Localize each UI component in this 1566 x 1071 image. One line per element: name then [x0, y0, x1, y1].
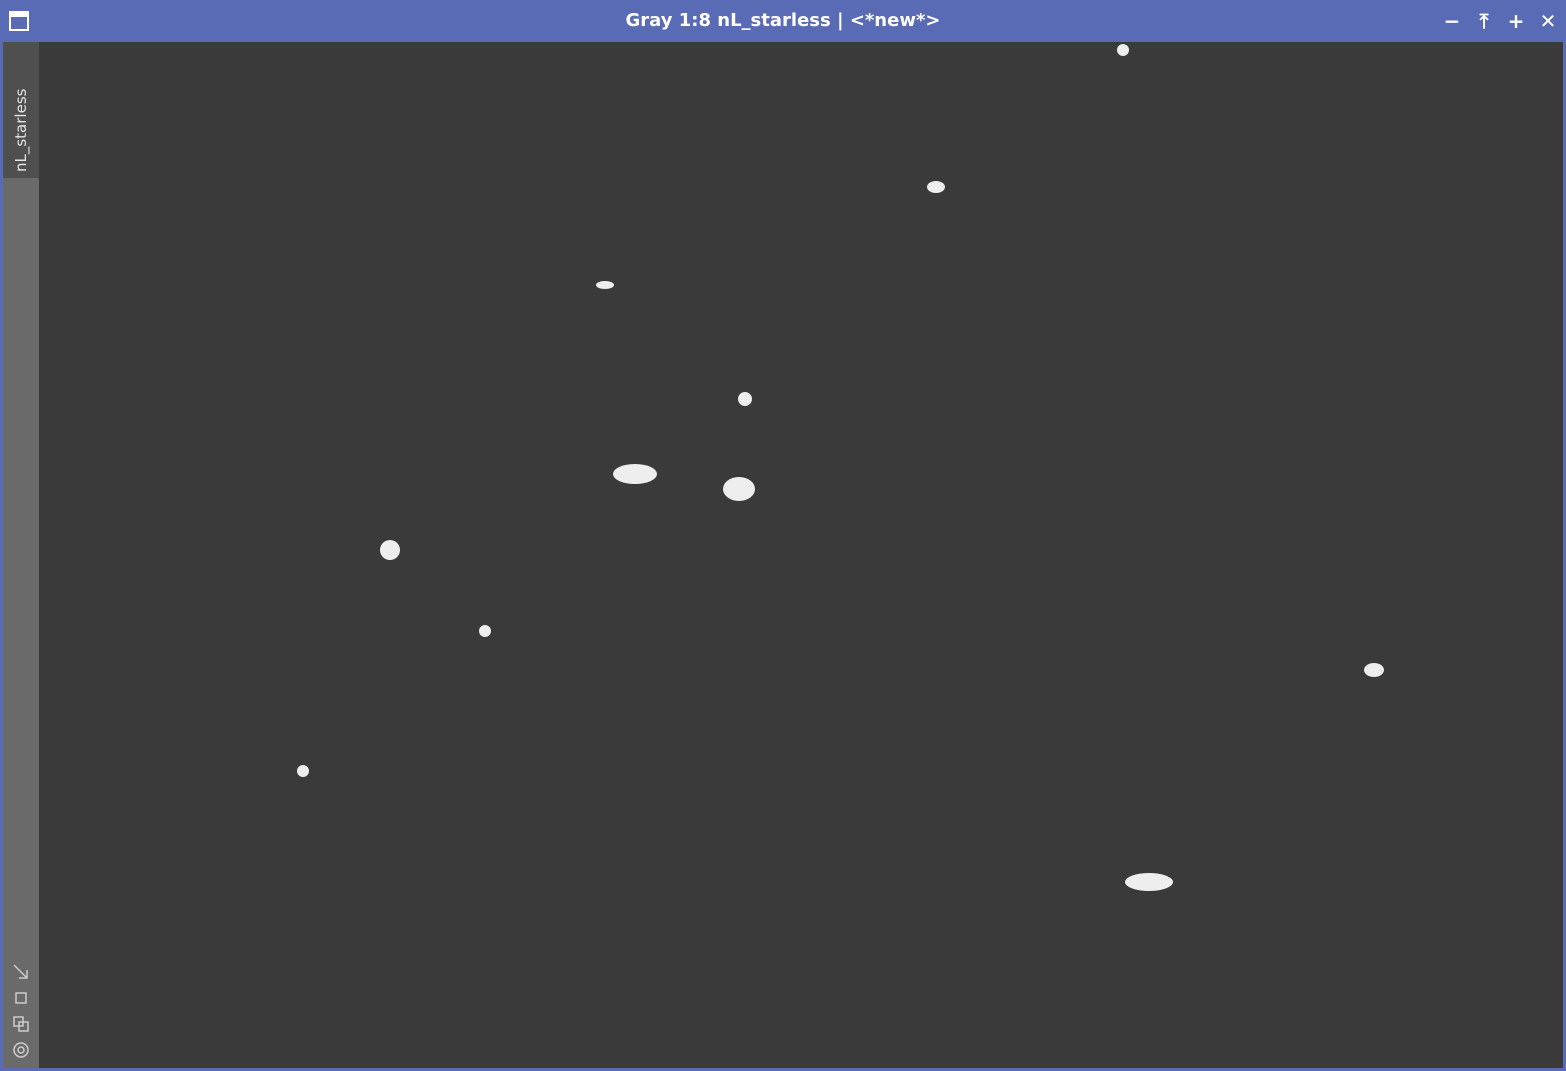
zoom-box-icon[interactable]: [11, 988, 31, 1008]
maximize-button[interactable]: +: [1504, 9, 1528, 33]
galaxy: [596, 281, 614, 289]
identity-icon[interactable]: [11, 1040, 31, 1060]
galaxy: [613, 464, 657, 484]
close-icon: ✕: [1539, 9, 1557, 33]
galaxy: [723, 477, 755, 501]
galaxy-marks: [297, 44, 1384, 891]
shade-icon: ⤒: [1479, 9, 1489, 33]
galaxy: [1364, 663, 1384, 677]
view-tab[interactable]: nL_starless: [3, 42, 39, 178]
galaxy: [1125, 873, 1173, 891]
galaxy-field-image: [297, 44, 1384, 891]
clone-view-icon[interactable]: [11, 1014, 31, 1034]
view-tab-label: nL_starless: [12, 88, 30, 172]
galaxy: [380, 540, 400, 560]
image-window: Gray 1:8 nL_starless | <*new*> − ⤒ + ✕ n…: [0, 0, 1566, 1071]
maximize-icon: +: [1507, 9, 1525, 33]
galaxy: [1117, 44, 1129, 56]
fit-view-icon[interactable]: [11, 962, 31, 982]
galaxy: [927, 181, 945, 193]
view-sidebar: nL_starless: [3, 42, 39, 1068]
title-bar[interactable]: Gray 1:8 nL_starless | <*new*> − ⤒ + ✕: [0, 0, 1566, 42]
window-title: Gray 1:8 nL_starless | <*new*>: [625, 10, 941, 31]
close-button[interactable]: ✕: [1536, 9, 1560, 33]
galaxy: [479, 625, 491, 637]
minimize-icon: −: [1443, 9, 1461, 33]
minimize-button[interactable]: −: [1440, 9, 1464, 33]
galaxy: [297, 765, 309, 777]
galaxy: [738, 392, 752, 406]
image-canvas[interactable]: [39, 42, 1563, 1068]
shade-button[interactable]: ⤒: [1472, 9, 1496, 33]
